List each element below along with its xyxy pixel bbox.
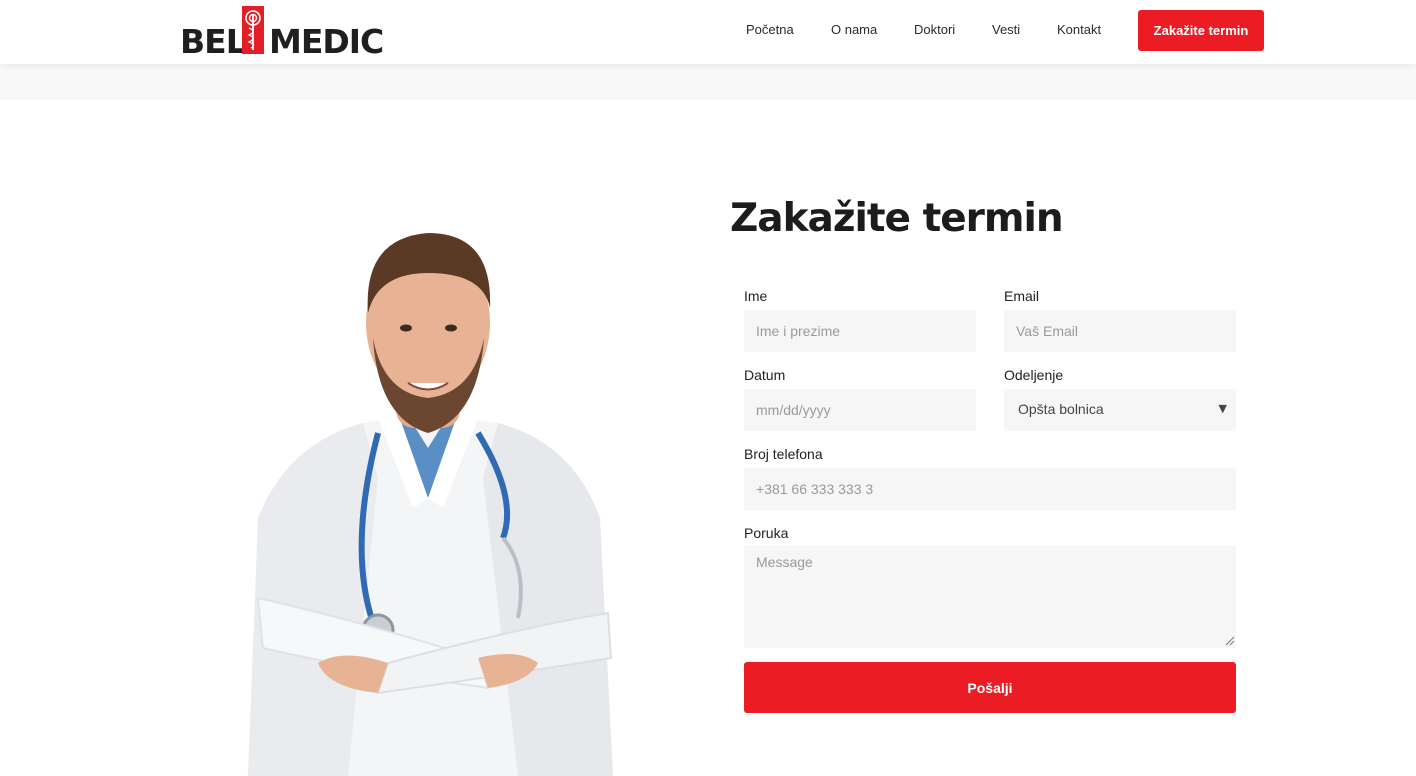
main-nav: Početna O nama Doktori Vesti Kontakt Zak…: [0, 0, 1416, 64]
phone-input[interactable]: [744, 468, 1236, 510]
name-input[interactable]: [744, 310, 976, 352]
caret-down-icon: ▼: [1218, 402, 1227, 415]
email-input[interactable]: [1004, 310, 1236, 352]
message-label: Poruka: [744, 525, 789, 541]
nav-item-pocetna[interactable]: Početna: [746, 22, 794, 37]
phone-label: Broj telefona: [744, 446, 823, 462]
nav-item-o-nama[interactable]: O nama: [831, 22, 877, 37]
department-selected-value: Opšta bolnica: [1018, 401, 1104, 417]
page-title: Zakažite termin: [730, 196, 1064, 241]
message-textarea[interactable]: [744, 546, 1236, 648]
submit-button[interactable]: Pošalji: [744, 662, 1236, 713]
department-select[interactable]: Opšta bolnica ▼: [1004, 389, 1236, 431]
email-label: Email: [1004, 288, 1040, 304]
book-appointment-button[interactable]: Zakažite termin: [1138, 10, 1264, 51]
department-label: Odeljenje: [1004, 367, 1064, 383]
date-input[interactable]: [744, 389, 976, 431]
name-label: Ime: [744, 288, 768, 304]
nav-item-vesti[interactable]: Vesti: [992, 22, 1020, 37]
resize-grip-icon[interactable]: [1225, 636, 1235, 646]
nav-item-kontakt[interactable]: Kontakt: [1057, 22, 1101, 37]
site-header: BEL MEDIC Početna O nama Doktori Vesti K…: [0, 0, 1416, 64]
header-subbar: [0, 64, 1416, 100]
nav-item-doktori[interactable]: Doktori: [914, 22, 955, 37]
doctor-photo: [248, 233, 613, 776]
date-label: Datum: [744, 367, 786, 383]
